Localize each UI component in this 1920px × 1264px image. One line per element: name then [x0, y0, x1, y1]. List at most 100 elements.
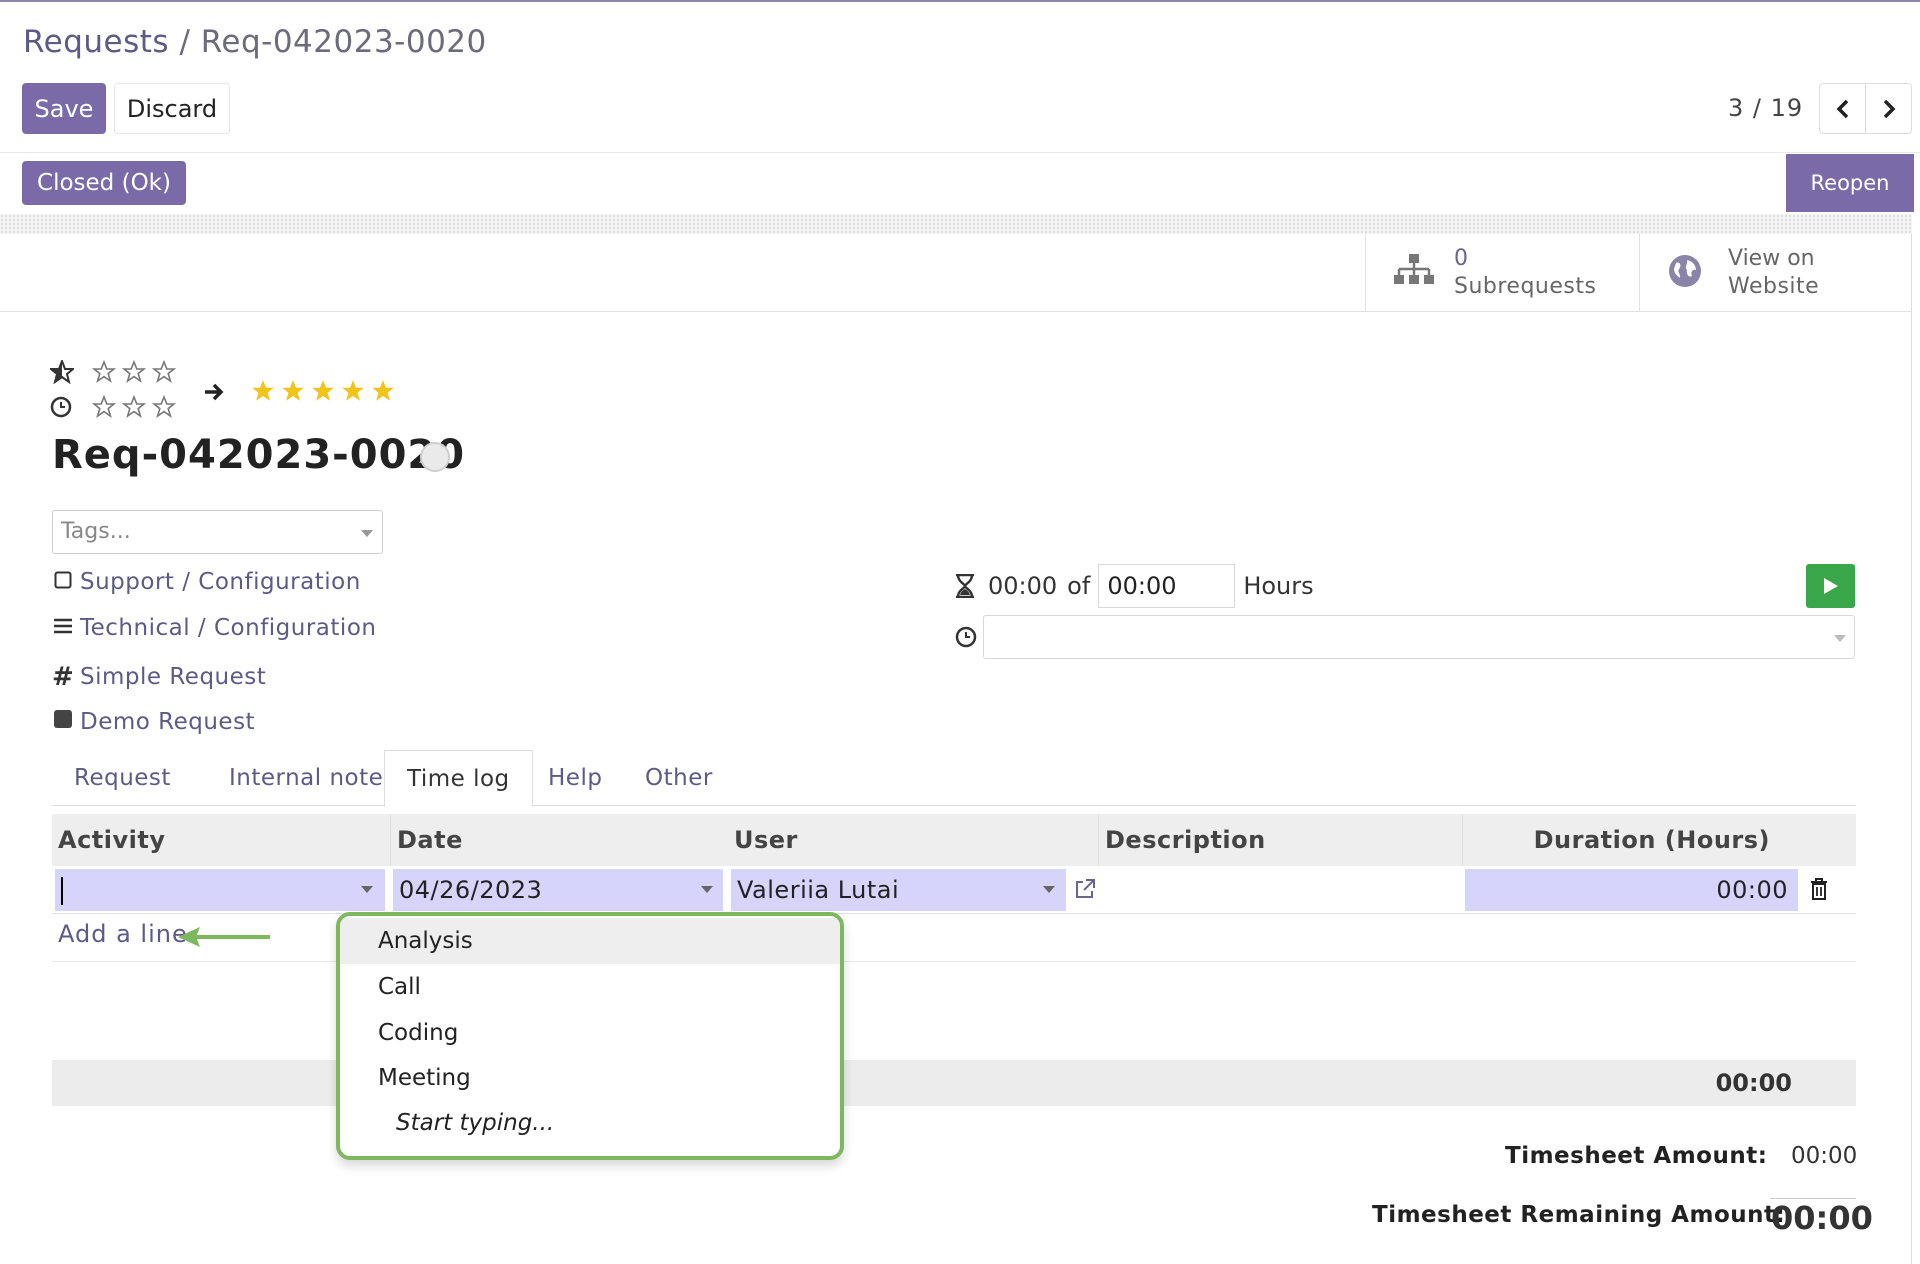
type-link[interactable]: Simple Request [80, 664, 266, 690]
save-button[interactable]: Save [22, 83, 106, 134]
category-link[interactable]: Technical / Configuration [80, 615, 376, 641]
category-field[interactable]: Technical / Configuration [52, 615, 376, 641]
breadcrumb-current: Req-042023-0020 [200, 24, 487, 60]
timesheet-remaining-label: Timesheet Remaining Amount: [1372, 1202, 1786, 1228]
empty-star-icon [92, 360, 116, 383]
service-field[interactable]: Support / Configuration [52, 569, 361, 595]
timesheet-amount-value: 00:00 [1791, 1143, 1858, 1169]
table-row: 04/26/2023 Valeriia Lutai 00:00 [52, 866, 1856, 914]
kind-field[interactable]: Demo Request [52, 709, 255, 735]
date-value: 04/26/2023 [399, 876, 543, 904]
timer-spent: 00:00 [988, 572, 1058, 600]
square-outline-icon [52, 569, 74, 595]
arrow-right-icon [205, 383, 224, 401]
filled-star-icon [312, 380, 334, 401]
tab-other[interactable]: Other [623, 750, 735, 806]
timesheet-activity-select[interactable] [983, 615, 1855, 659]
hashtag-icon: # [52, 662, 75, 692]
discard-button[interactable]: Discard [114, 83, 230, 134]
notebook-tabs: Request Internal notes Time log Help Oth… [52, 750, 1856, 807]
dropdown-option-analysis[interactable]: Analysis [340, 918, 840, 964]
breadcrumb-separator: / [179, 24, 191, 60]
sitemap-icon [1394, 254, 1434, 284]
website-label-line2: Website [1728, 274, 1820, 299]
breadcrumb: Requests / Req-042023-0020 [23, 24, 487, 60]
start-timer-button[interactable] [1806, 564, 1855, 608]
smart-button-bar: 0 Subrequests View on Website [0, 234, 1912, 312]
timer-unit: Hours [1243, 572, 1314, 600]
tab-time-log[interactable]: Time log [384, 750, 533, 807]
column-header-description[interactable]: Description [1098, 814, 1462, 866]
user-input[interactable]: Valeriia Lutai [731, 869, 1066, 911]
empty-star-icon [122, 395, 146, 418]
tab-help[interactable]: Help [526, 750, 624, 806]
tags-input[interactable]: Tags... [52, 510, 383, 554]
dropdown-option-coding[interactable]: Coding [340, 1010, 840, 1056]
column-header-user[interactable]: User [728, 814, 1098, 866]
square-filled-icon [52, 709, 74, 735]
column-header-activity[interactable]: Activity [52, 814, 390, 866]
breadcrumb-requests-link[interactable]: Requests [23, 24, 169, 60]
trash-icon[interactable] [1810, 878, 1828, 900]
type-field[interactable]: # Simple Request [52, 662, 266, 692]
record-title: Req-042023-0020 [52, 432, 466, 478]
hourglass-icon [956, 574, 974, 598]
planned-hours-input[interactable]: 00:00 [1098, 564, 1236, 608]
caret-down-icon [361, 886, 373, 893]
description-value[interactable] [1102, 869, 1452, 911]
text-cursor [61, 877, 63, 905]
dropdown-option-call[interactable]: Call [340, 964, 840, 1010]
caret-down-icon [361, 530, 373, 537]
clock-icon [50, 396, 72, 418]
annotation-arrow-icon [178, 927, 270, 947]
clock-icon [955, 626, 977, 648]
activity-input[interactable] [55, 869, 385, 911]
pager-next-button[interactable] [1865, 83, 1912, 134]
empty-star-icon [152, 360, 176, 383]
subrequests-smart-button[interactable]: 0 Subrequests [1365, 234, 1639, 312]
timesheet-amount-label: Timesheet Amount: [1505, 1143, 1768, 1169]
duration-input[interactable]: 00:00 [1465, 869, 1798, 911]
duration-total: 00:00 [1715, 1069, 1792, 1097]
service-link[interactable]: Support / Configuration [80, 569, 361, 595]
kind-link[interactable]: Demo Request [80, 709, 255, 735]
caret-down-icon [1834, 635, 1846, 642]
empty-star-icon [122, 360, 146, 383]
external-link-icon[interactable] [1074, 878, 1096, 900]
add-a-line-link[interactable]: Add a line [58, 920, 188, 948]
table-total-row: 00:00 [52, 1060, 1856, 1106]
view-on-website-smart-button[interactable]: View on Website [1639, 234, 1912, 312]
status-bar [0, 152, 1920, 216]
dropdown-start-typing-hint: Start typing... [396, 1110, 555, 1136]
website-label-line1: View on [1728, 246, 1815, 271]
timesheet-remaining-value: 00:00 [1771, 1199, 1873, 1237]
kanban-state-indicator[interactable] [420, 442, 450, 472]
pager-previous-button[interactable] [1819, 83, 1866, 134]
filled-star-icon [372, 380, 394, 401]
dropdown-option-meeting[interactable]: Meeting [340, 1055, 840, 1101]
column-header-duration[interactable]: Duration (Hours) [1462, 814, 1856, 866]
filled-star-icon [342, 380, 364, 401]
globe-icon [1669, 255, 1701, 287]
tab-request[interactable]: Request [52, 750, 193, 806]
column-header-date[interactable]: Date [390, 814, 728, 866]
table-footer-divider [52, 961, 1856, 962]
form-view: Requests / Req-042023-0020 Save Discard … [0, 0, 1920, 1264]
date-input[interactable]: 04/26/2023 [393, 869, 723, 911]
timelog-table-header: Activity Date User Description Duration … [52, 814, 1856, 866]
subrequests-count: 0 [1454, 246, 1468, 271]
subrequests-label: Subrequests [1454, 274, 1597, 299]
filled-star-icon [252, 380, 274, 401]
tags-placeholder: Tags... [61, 519, 131, 544]
empty-star-icon [152, 395, 176, 418]
caret-down-icon [701, 886, 713, 893]
user-value: Valeriia Lutai [737, 876, 900, 904]
timer-row: 00:00 of 00:00 Hours [954, 564, 1314, 608]
filled-star-icon [282, 380, 304, 401]
stage-badge[interactable]: Closed (Ok) [22, 161, 186, 205]
sheet-background [0, 214, 1912, 234]
play-icon [1823, 578, 1838, 594]
list-icon [52, 615, 74, 641]
reopen-button[interactable]: Reopen [1786, 154, 1914, 212]
half-star-icon [50, 360, 74, 384]
